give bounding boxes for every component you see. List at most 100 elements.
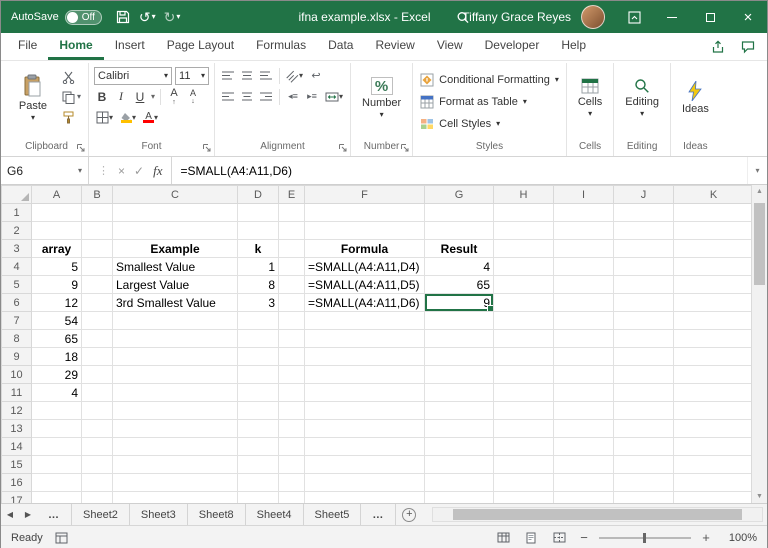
alignment-dialog-launcher[interactable] — [339, 144, 347, 152]
cell-B17[interactable] — [81, 491, 113, 503]
ribbon-tab-file[interactable]: File — [7, 33, 48, 60]
cell-I8[interactable] — [553, 329, 614, 348]
cell-H8[interactable] — [493, 329, 554, 348]
cell-F1[interactable] — [304, 203, 425, 222]
row-header-9[interactable]: 9 — [1, 347, 32, 366]
cell-G17[interactable] — [424, 491, 494, 503]
font-size-select[interactable]: 11 ▾ — [175, 66, 210, 85]
format-as-table-button[interactable]: Format as Table ▾ — [418, 91, 529, 113]
cell-C9[interactable] — [112, 347, 238, 366]
number-format-button[interactable]: % Number ▾ — [356, 65, 407, 131]
cell-J3[interactable] — [613, 239, 674, 258]
cell-A4[interactable]: 5 — [31, 257, 82, 276]
cell-B3[interactable] — [81, 239, 113, 258]
cell-K5[interactable] — [673, 275, 754, 294]
cell-F15[interactable] — [304, 455, 425, 474]
cell-K14[interactable] — [673, 437, 754, 456]
cell-C12[interactable] — [112, 401, 238, 420]
save-button[interactable] — [112, 4, 134, 30]
clipboard-dialog-launcher[interactable] — [77, 144, 85, 152]
cell-A15[interactable] — [31, 455, 82, 474]
cell-H2[interactable] — [493, 221, 554, 240]
column-header-G[interactable]: G — [424, 185, 494, 204]
increase-font-size-button[interactable]: A ↑ — [166, 87, 182, 106]
cell-A13[interactable] — [31, 419, 82, 438]
close-button[interactable]: × — [729, 1, 767, 33]
new-sheet-button[interactable]: + — [396, 504, 422, 525]
cell-J16[interactable] — [613, 473, 674, 492]
cut-button[interactable] — [60, 68, 83, 86]
cell-I17[interactable] — [553, 491, 614, 503]
cell-F16[interactable] — [304, 473, 425, 492]
horizontal-scroll-thumb[interactable] — [453, 509, 743, 520]
cell-J12[interactable] — [613, 401, 674, 420]
ribbon-display-options-button[interactable] — [615, 1, 653, 33]
middle-align-button[interactable] — [239, 67, 255, 84]
cell-F8[interactable] — [304, 329, 425, 348]
cell-F17[interactable] — [304, 491, 425, 503]
normal-view-button[interactable] — [493, 529, 513, 547]
cell-I4[interactable] — [553, 257, 614, 276]
format-painter-button[interactable] — [60, 108, 83, 126]
cell-C1[interactable] — [112, 203, 238, 222]
column-header-J[interactable]: J — [613, 185, 674, 204]
scroll-up-icon[interactable]: ▲ — [752, 188, 767, 195]
cell-E4[interactable] — [278, 257, 305, 276]
cell-B10[interactable] — [81, 365, 113, 384]
cell-E17[interactable] — [278, 491, 305, 503]
cell-K17[interactable] — [673, 491, 754, 503]
column-header-A[interactable]: A — [31, 185, 82, 204]
sheet-nav-left-icon[interactable]: ◀ — [1, 504, 19, 525]
cell-I3[interactable] — [553, 239, 614, 258]
cell-B15[interactable] — [81, 455, 113, 474]
cell-K8[interactable] — [673, 329, 754, 348]
font-name-select[interactable]: Calibri ▾ — [94, 66, 173, 85]
cell-D12[interactable] — [237, 401, 279, 420]
cell-D15[interactable] — [237, 455, 279, 474]
cell-G7[interactable] — [424, 311, 494, 330]
font-color-button[interactable]: A ▾ — [141, 109, 160, 126]
cell-G13[interactable] — [424, 419, 494, 438]
cell-B16[interactable] — [81, 473, 113, 492]
cell-C14[interactable] — [112, 437, 238, 456]
ribbon-tab-view[interactable]: View — [426, 33, 474, 60]
comments-button[interactable] — [741, 40, 755, 54]
row-header-3[interactable]: 3 — [1, 239, 32, 258]
row-header-2[interactable]: 2 — [1, 221, 32, 240]
sheet-tab-sheet8[interactable]: Sheet8 — [188, 504, 246, 525]
row-header-10[interactable]: 10 — [1, 365, 32, 384]
cell-G4[interactable]: 4 — [424, 257, 494, 276]
cell-A6[interactable]: 12 — [31, 293, 82, 312]
cell-H1[interactable] — [493, 203, 554, 222]
cell-F3[interactable]: Formula — [304, 239, 425, 258]
cell-E3[interactable] — [278, 239, 305, 258]
ribbon-tab-help[interactable]: Help — [550, 33, 597, 60]
cell-B5[interactable] — [81, 275, 113, 294]
column-header-D[interactable]: D — [237, 185, 279, 204]
minimize-button[interactable] — [653, 1, 691, 33]
row-header-15[interactable]: 15 — [1, 455, 32, 474]
cell-B8[interactable] — [81, 329, 113, 348]
cell-D7[interactable] — [237, 311, 279, 330]
cell-I7[interactable] — [553, 311, 614, 330]
italic-button[interactable]: I — [113, 88, 129, 105]
cell-E1[interactable] — [278, 203, 305, 222]
cell-F4[interactable]: =SMALL(A4:A11,D4) — [304, 257, 425, 276]
top-align-button[interactable] — [220, 67, 236, 84]
row-header-16[interactable]: 16 — [1, 473, 32, 492]
cell-F13[interactable] — [304, 419, 425, 438]
zoom-slider[interactable] — [599, 532, 691, 543]
cell-F14[interactable] — [304, 437, 425, 456]
copy-button[interactable]: ▾ — [60, 88, 83, 106]
bottom-align-button[interactable] — [258, 67, 274, 84]
ribbon-tab-home[interactable]: Home — [48, 33, 104, 60]
cell-A3[interactable]: array — [31, 239, 82, 258]
cell-J7[interactable] — [613, 311, 674, 330]
ribbon-tab-page-layout[interactable]: Page Layout — [156, 33, 245, 60]
cell-F6[interactable]: =SMALL(A4:A11,D6) — [304, 293, 425, 312]
cell-I10[interactable] — [553, 365, 614, 384]
cell-B11[interactable] — [81, 383, 113, 402]
cell-E10[interactable] — [278, 365, 305, 384]
cell-B7[interactable] — [81, 311, 113, 330]
cell-J2[interactable] — [613, 221, 674, 240]
